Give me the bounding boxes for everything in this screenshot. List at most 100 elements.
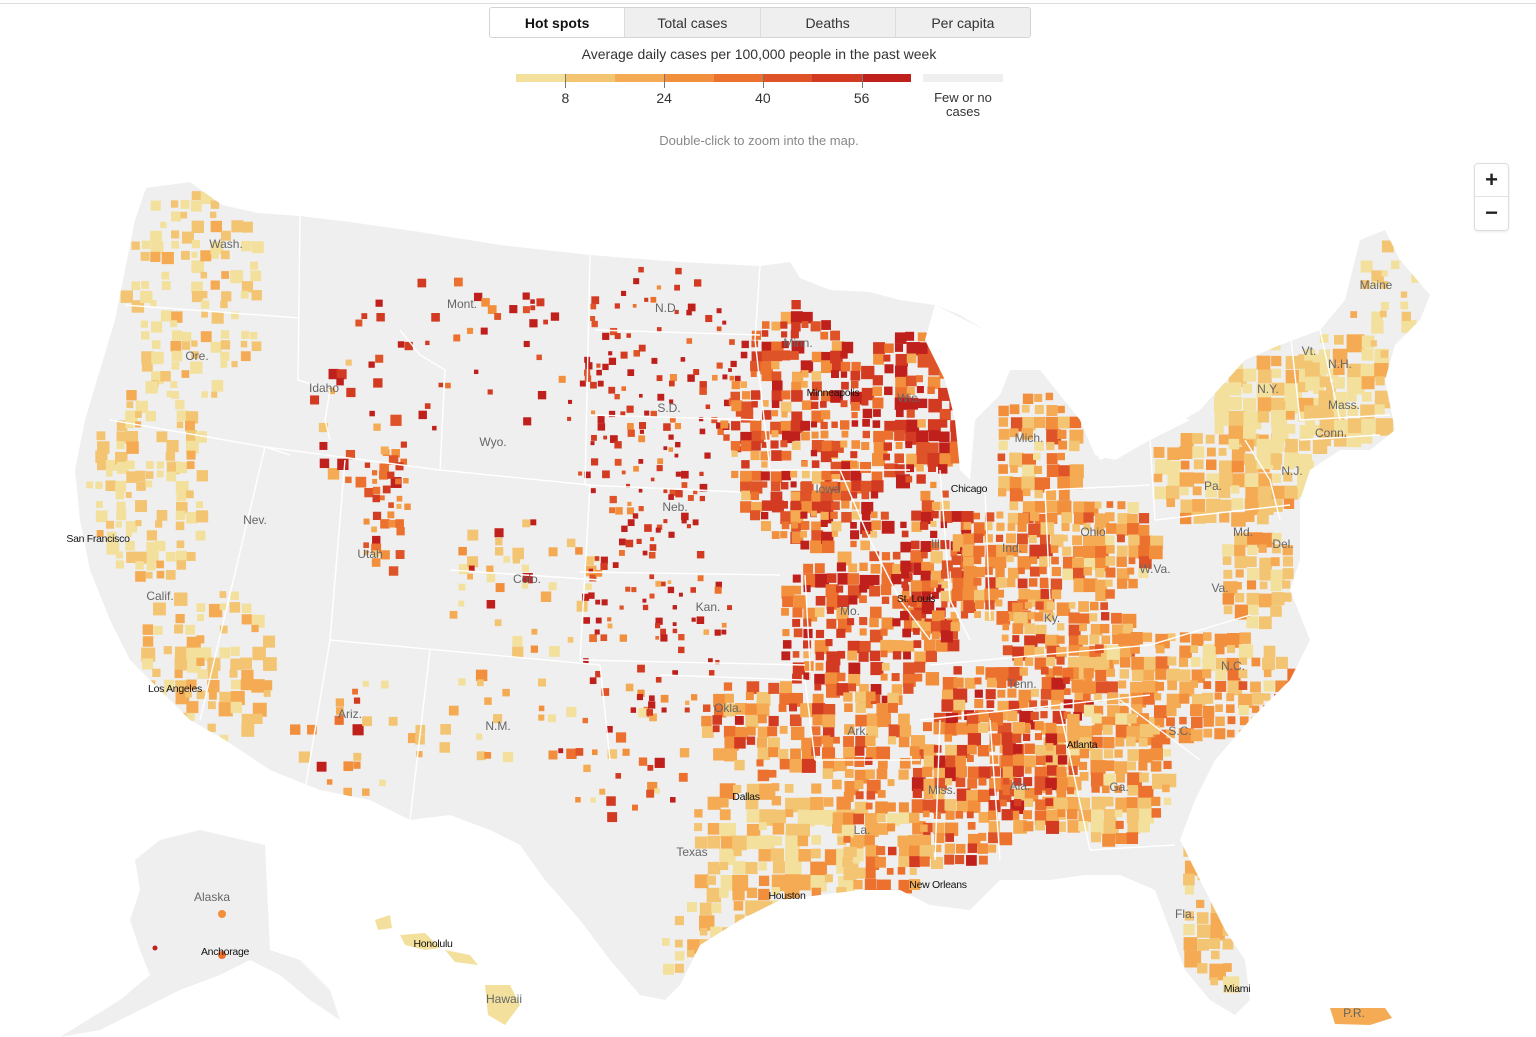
- county-cell: [1234, 544, 1246, 557]
- county-cell: [790, 491, 801, 501]
- county-cell: [830, 511, 838, 519]
- county-cell: [558, 375, 566, 383]
- county-cell: [710, 926, 722, 939]
- county-cell: [1046, 765, 1058, 776]
- county-cell: [346, 387, 356, 398]
- state-label: Nev.: [243, 513, 267, 527]
- county-cell: [1045, 656, 1056, 667]
- county-cell: [1400, 250, 1413, 263]
- county-cell: [1018, 512, 1029, 524]
- county-cell: [219, 591, 227, 598]
- county-cell: [837, 573, 850, 585]
- county-cell: [396, 495, 403, 502]
- county-cell: [262, 680, 273, 691]
- county-cell: [941, 490, 949, 498]
- county-cell: [1381, 301, 1389, 310]
- county-cell: [388, 519, 397, 528]
- county-cell: [988, 844, 997, 853]
- county-cell: [230, 646, 240, 656]
- county-cell: [196, 510, 209, 523]
- county-cell: [920, 521, 929, 530]
- zoom-in-button[interactable]: +: [1475, 164, 1508, 196]
- county-cell: [860, 540, 871, 551]
- county-cell: [741, 391, 751, 400]
- county-cell: [966, 855, 977, 866]
- county-cell: [171, 211, 181, 222]
- county-cell: [768, 769, 777, 778]
- county-cell: [1275, 680, 1287, 693]
- county-cell: [855, 791, 864, 800]
- county-cell: [602, 470, 610, 479]
- county-cell: [135, 411, 142, 418]
- county-cell: [761, 321, 770, 329]
- county-cell: [1028, 578, 1038, 587]
- county-cell: [390, 414, 402, 426]
- county-cell: [1271, 355, 1282, 367]
- county-cell: [615, 773, 622, 779]
- county-cell: [1035, 601, 1044, 610]
- county-cell: [1069, 416, 1082, 429]
- county-cell: [231, 361, 238, 368]
- state-label: N.H.: [1328, 357, 1352, 371]
- county-cell: [861, 441, 870, 451]
- county-cell: [1063, 677, 1070, 685]
- county-cell: [116, 441, 125, 450]
- county-cell: [487, 305, 497, 314]
- county-cell: [1361, 391, 1372, 402]
- county-cell: [1106, 668, 1115, 677]
- county-cell: [910, 550, 923, 563]
- county-cell: [219, 647, 231, 659]
- county-cell: [735, 938, 748, 951]
- county-cell: [974, 567, 985, 578]
- county-cell: [850, 540, 857, 548]
- county-cell: [920, 490, 931, 501]
- county-cell: [484, 697, 492, 705]
- county-cell: [854, 780, 864, 790]
- county-cell: [221, 291, 232, 302]
- county-cell: [1180, 486, 1189, 496]
- county-cell: [566, 538, 576, 548]
- county-cell: [1360, 260, 1373, 273]
- county-cell: [200, 271, 208, 279]
- county-cell: [531, 628, 538, 635]
- county-cell: [1058, 489, 1070, 501]
- county-cell: [190, 200, 202, 212]
- county-cell: [847, 650, 858, 661]
- county-cell: [906, 353, 917, 364]
- county-cell: [1000, 799, 1007, 807]
- county-cell: [973, 577, 982, 586]
- county-cell: [155, 540, 166, 552]
- zoom-out-button[interactable]: −: [1475, 196, 1508, 229]
- fairbanks-hotspot: [218, 910, 226, 918]
- county-cell: [171, 330, 183, 341]
- county-cell: [974, 677, 982, 685]
- county-cell: [833, 736, 840, 744]
- county-cell: [1101, 635, 1111, 645]
- county-cell: [732, 861, 746, 875]
- county-cell: [597, 423, 606, 431]
- county-cell: [186, 511, 198, 524]
- county-cell: [780, 420, 791, 431]
- county-cell: [590, 797, 596, 803]
- county-cell: [699, 902, 713, 915]
- county-cell: [145, 381, 158, 394]
- county-cell: [871, 520, 881, 530]
- county-cell: [630, 707, 637, 713]
- us-hotspot-map[interactable]: Wash.Ore.Calif.Nev.IdahoMont.Wyo.UtahCol…: [0, 0, 1536, 1037]
- county-cell: [125, 491, 132, 498]
- county-cell: [1228, 396, 1242, 410]
- county-cell: [1191, 716, 1203, 729]
- county-cell: [186, 647, 198, 660]
- county-cell: [779, 725, 788, 734]
- county-cell: [633, 465, 639, 472]
- county-cell: [916, 452, 929, 465]
- county-cell: [974, 689, 983, 698]
- county-cell: [380, 519, 390, 529]
- county-cell: [1024, 657, 1034, 666]
- county-cell: [906, 464, 915, 473]
- county-cell: [864, 878, 877, 891]
- county-cell: [758, 849, 771, 862]
- county-cell: [916, 342, 929, 355]
- county-cell: [757, 714, 767, 724]
- county-cell: [522, 306, 530, 314]
